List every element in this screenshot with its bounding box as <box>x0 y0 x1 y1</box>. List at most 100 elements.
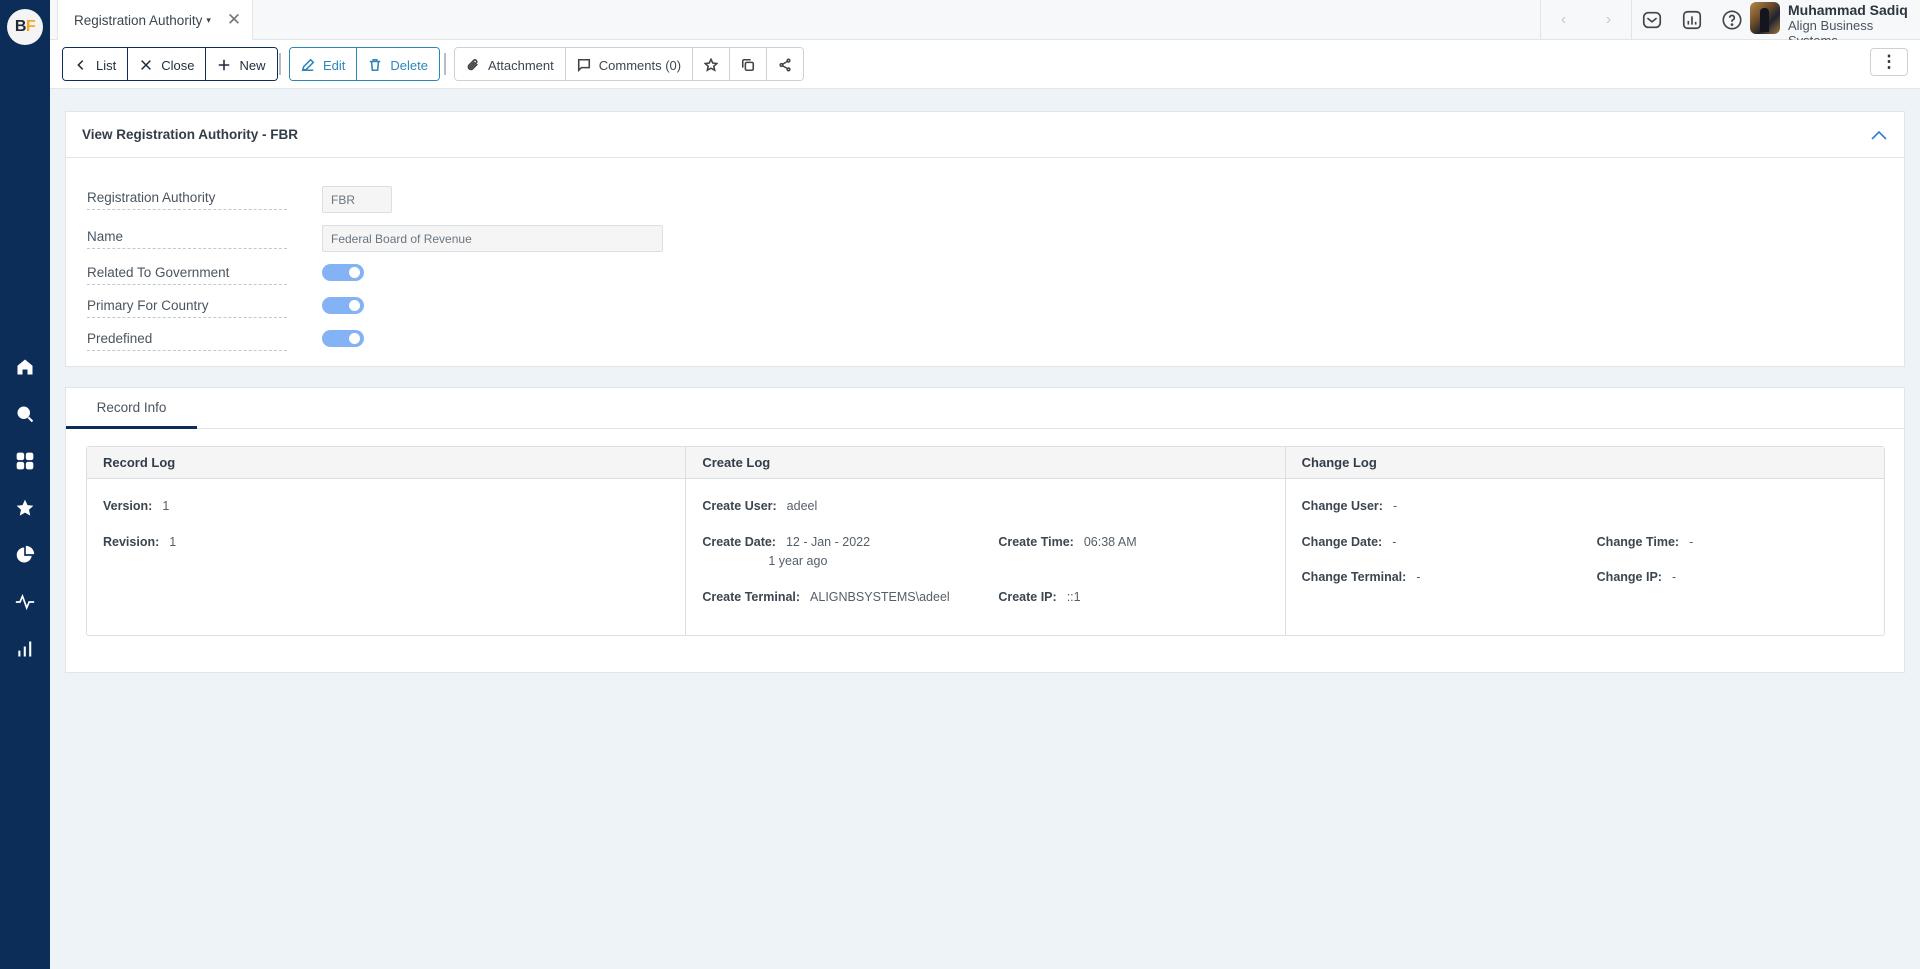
edit-label: Edit <box>323 57 346 73</box>
view-form-panel: View Registration Authority - FBR Regist… <box>65 111 1905 367</box>
trash-icon <box>370 58 381 72</box>
create-date-label: Create Date: <box>702 535 776 549</box>
search-icon[interactable] <box>13 402 37 426</box>
create-log-header: Create Log <box>686 447 1285 479</box>
copy-icon <box>742 58 755 72</box>
create-date-field: Create Date: 12 - Jan - 2022 <box>702 535 870 549</box>
paperclip-icon <box>467 59 478 71</box>
change-log-header: Change Log <box>1285 447 1884 479</box>
logo-letter-f: F <box>25 18 36 35</box>
edit-button[interactable]: Edit <box>290 48 358 80</box>
create-terminal-label: Create Terminal: <box>702 590 801 604</box>
user-avatar[interactable] <box>1750 2 1780 34</box>
pie-chart-icon[interactable] <box>13 543 37 567</box>
attachment-button[interactable]: Attachment <box>455 48 566 80</box>
predefined-toggle[interactable] <box>322 330 364 347</box>
change-log-column: Change Log Change User: - Change Date: - C… <box>1285 447 1884 635</box>
new-button[interactable]: New <box>206 48 277 80</box>
version-field: Version: 1 <box>103 499 169 513</box>
grid-icon[interactable] <box>13 449 37 473</box>
next-record-icon[interactable]: › <box>1606 11 1611 29</box>
help-icon[interactable] <box>1720 8 1744 32</box>
bar-chart-icon[interactable] <box>13 637 37 661</box>
create-terminal-field: Create Terminal: ALIGNBSYSTEMS\adeel <box>702 590 949 604</box>
close-tab-icon[interactable]: ✕ <box>227 10 241 30</box>
top-bar: Registration Authority ▾ ✕ ‹ › Muhammad … <box>50 0 1920 48</box>
version-value: 1 <box>162 499 170 513</box>
create-user-field: Create User: adeel <box>702 499 817 513</box>
field-label: Name <box>87 229 287 249</box>
chevron-up-icon[interactable] <box>1868 124 1890 146</box>
more-options-button[interactable]: ⋮ <box>1870 48 1908 76</box>
change-ip-field: Change IP: - <box>1597 570 1676 584</box>
create-terminal-value: ALIGNBSYSTEMS\adeel <box>810 590 950 604</box>
caret-down-icon[interactable]: ▾ <box>206 15 211 26</box>
create-time-value: 06:38 AM <box>1083 535 1137 549</box>
close-label: Close <box>161 57 195 73</box>
tab-registration-authority[interactable]: Registration Authority ▾ ✕ <box>57 0 253 40</box>
change-terminal-value: - <box>1416 570 1421 584</box>
field-label: Predefined <box>87 331 287 351</box>
create-time-label: Create Time: <box>998 535 1074 549</box>
tab-label: Registration Authority <box>74 12 203 28</box>
primary-for-country-toggle[interactable] <box>322 297 364 314</box>
navigation-button-group: List Close New <box>62 47 278 81</box>
create-date-value: 12 - Jan - 2022 <box>785 535 871 549</box>
create-ip-value: ::1 <box>1066 590 1081 604</box>
change-time-field: Change Time: - <box>1597 535 1694 549</box>
extras-button-group: Attachment Comments (0) <box>454 47 805 81</box>
version-label: Version: <box>103 499 153 513</box>
close-button[interactable]: Close <box>128 48 207 80</box>
copy-button[interactable] <box>730 48 768 80</box>
tab-record-info[interactable]: Record Info <box>66 388 197 429</box>
home-icon[interactable] <box>13 355 37 379</box>
revision-label: Revision: <box>103 535 160 549</box>
change-date-label: Change Date: <box>1301 535 1383 549</box>
list-button[interactable]: List <box>63 48 129 80</box>
delete-button[interactable]: Delete <box>357 48 439 80</box>
name-input[interactable]: Federal Board of Revenue <box>322 225 663 252</box>
activity-icon[interactable] <box>13 590 37 614</box>
list-label: List <box>96 57 117 73</box>
comments-button[interactable]: Comments (0) <box>565 48 694 80</box>
comments-label: Comments (0) <box>598 57 682 73</box>
change-ip-value: - <box>1671 570 1677 584</box>
log-table: Record Log Version: 1 Revision: 1 Create L… <box>86 446 1885 636</box>
prev-record-icon[interactable]: ‹ <box>1561 11 1566 29</box>
star-icon[interactable] <box>13 496 37 520</box>
record-log-column: Record Log Version: 1 Revision: 1 <box>87 447 687 635</box>
comment-icon <box>577 58 590 72</box>
change-date-value: - <box>1392 535 1397 549</box>
change-user-label: Change User: <box>1301 499 1383 513</box>
related-to-government-toggle[interactable] <box>322 264 364 281</box>
report-icon[interactable] <box>1680 8 1704 32</box>
logo-letter-b: B <box>14 18 27 35</box>
field-label: Primary For Country <box>87 298 287 318</box>
change-ip-label: Change IP: <box>1596 570 1662 584</box>
create-log-column: Create Log Create User: adeel Create Date… <box>686 447 1286 635</box>
registration-authority-input[interactable]: FBR <box>322 186 392 213</box>
sidebar: BF <box>0 0 50 969</box>
favorite-button[interactable] <box>693 48 731 80</box>
create-ip-field: Create IP:::1 <box>998 590 1080 604</box>
record-info-panel: Record Info Record Log Version: 1 Revisio… <box>65 387 1905 673</box>
user-name[interactable]: Muhammad Sadiq <box>1788 2 1908 18</box>
record-navigation: ‹ › <box>1540 0 1632 40</box>
share-button[interactable] <box>767 48 804 80</box>
change-time-value: - <box>1689 535 1694 549</box>
revision-value: 1 <box>169 535 177 549</box>
page-title: View Registration Authority - FBR <box>82 127 299 142</box>
change-time-label: Change Time: <box>1596 535 1680 549</box>
chevron-left-icon <box>77 60 84 70</box>
field-label: Registration Authority <box>87 190 287 210</box>
mail-icon[interactable] <box>1640 8 1664 32</box>
app-logo[interactable]: BF <box>7 9 43 45</box>
record-tabs: Record Info <box>66 388 1904 429</box>
create-date-relative: 1 year ago <box>768 554 828 568</box>
create-time-field: Create Time: 06:38 AM <box>998 535 1136 549</box>
change-date-field: Change Date: - <box>1302 535 1397 549</box>
action-toolbar: List Close New Edit Delete Attachment Co… <box>50 40 1920 89</box>
change-user-value: - <box>1392 499 1398 513</box>
star-outline-icon <box>704 58 719 72</box>
share-icon <box>779 58 791 72</box>
